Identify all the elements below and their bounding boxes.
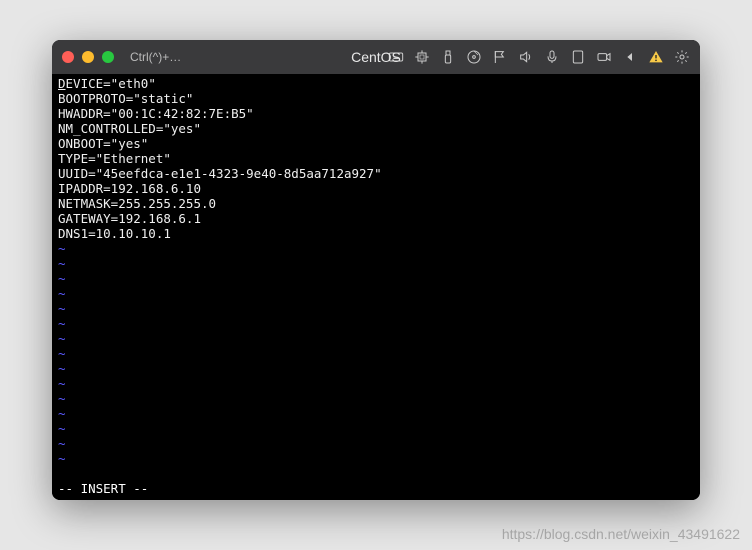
tilde-line: ~ bbox=[58, 436, 694, 451]
disc-icon[interactable] bbox=[466, 49, 482, 65]
file-line: UUID="45eefdca-e1e1-4323-9e40-8d5aa712a9… bbox=[58, 166, 694, 181]
line-rest: EVICE="eth0" bbox=[66, 76, 156, 91]
vim-status-line: -- INSERT -- bbox=[58, 481, 694, 496]
warning-icon[interactable] bbox=[648, 49, 664, 65]
tilde-line: ~ bbox=[58, 271, 694, 286]
back-icon[interactable] bbox=[622, 49, 638, 65]
toolbar-icons bbox=[388, 49, 690, 65]
tilde-line: ~ bbox=[58, 391, 694, 406]
file-line: BOOTPROTO="static" bbox=[58, 91, 694, 106]
file-line: TYPE="Ethernet" bbox=[58, 151, 694, 166]
tilde-line: ~ bbox=[58, 286, 694, 301]
cpu-icon[interactable] bbox=[414, 49, 430, 65]
gear-icon[interactable] bbox=[674, 49, 690, 65]
titlebar: Ctrl(^)+… CentOS bbox=[52, 40, 700, 74]
usb-icon[interactable] bbox=[440, 49, 456, 65]
mic-icon[interactable] bbox=[544, 49, 560, 65]
tilde-line: ~ bbox=[58, 361, 694, 376]
sound-icon[interactable] bbox=[518, 49, 534, 65]
tilde-line: ~ bbox=[58, 316, 694, 331]
vm-window: Ctrl(^)+… CentOS DEVICE="eth0" BOOTPROTO… bbox=[52, 40, 700, 500]
file-line: DEVICE="eth0" bbox=[58, 76, 694, 91]
camera-icon[interactable] bbox=[596, 49, 612, 65]
flag-icon[interactable] bbox=[492, 49, 508, 65]
tilde-line: ~ bbox=[58, 256, 694, 271]
tilde-line: ~ bbox=[58, 301, 694, 316]
file-line: HWADDR="00:1C:42:82:7E:B5" bbox=[58, 106, 694, 121]
tilde-line: ~ bbox=[58, 421, 694, 436]
tilde-line: ~ bbox=[58, 406, 694, 421]
file-line: DNS1=10.10.10.1 bbox=[58, 226, 694, 241]
file-line: NETMASK=255.255.255.0 bbox=[58, 196, 694, 211]
maximize-button[interactable] bbox=[102, 51, 114, 63]
tilde-line: ~ bbox=[58, 346, 694, 361]
file-line: GATEWAY=192.168.6.1 bbox=[58, 211, 694, 226]
close-button[interactable] bbox=[62, 51, 74, 63]
tilde-line: ~ bbox=[58, 241, 694, 256]
window-title: CentOS bbox=[351, 49, 401, 65]
cursor-char: D bbox=[58, 76, 66, 91]
terminal[interactable]: DEVICE="eth0" BOOTPROTO="static" HWADDR=… bbox=[52, 74, 700, 500]
tilde-line: ~ bbox=[58, 331, 694, 346]
minimize-button[interactable] bbox=[82, 51, 94, 63]
file-line: NM_CONTROLLED="yes" bbox=[58, 121, 694, 136]
tilde-filler: ~~~~~~~~~~~~~~~ bbox=[58, 241, 694, 481]
tablet-icon[interactable] bbox=[570, 49, 586, 65]
watermark: https://blog.csdn.net/weixin_43491622 bbox=[502, 526, 740, 542]
traffic-lights bbox=[62, 51, 114, 63]
file-line: IPADDR=192.168.6.10 bbox=[58, 181, 694, 196]
file-line: ONBOOT="yes" bbox=[58, 136, 694, 151]
shortcut-hint: Ctrl(^)+… bbox=[130, 50, 181, 64]
tilde-line: ~ bbox=[58, 451, 694, 466]
tilde-line: ~ bbox=[58, 376, 694, 391]
